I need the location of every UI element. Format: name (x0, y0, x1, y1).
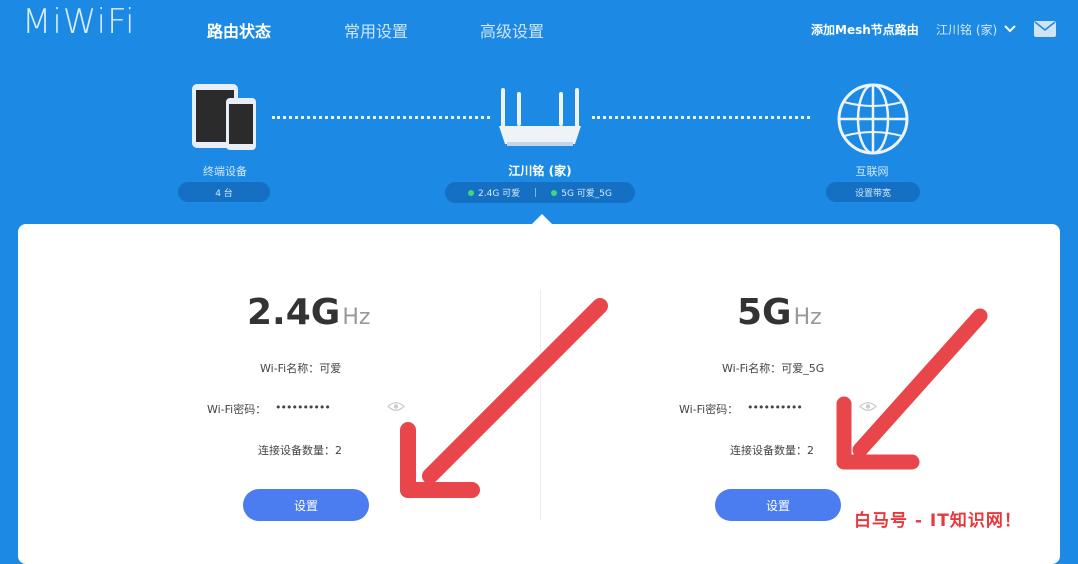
freq-5-unit: Hz (793, 305, 822, 330)
wifi-5-device-count: 连接设备数量：2 (730, 444, 814, 457)
wifi-5-name: Wi-Fi名称：可爱_5G (722, 362, 825, 375)
wifi-24-device-count: 连接设备数量：2 (258, 444, 342, 457)
router-name: 江川铭 (家) (508, 164, 572, 178)
devices-label: 终端设备 (203, 165, 247, 178)
add-mesh-node-link[interactable]: 添加Mesh节点路由 (811, 21, 919, 38)
wifi-24-password: •••••••••• (275, 401, 331, 414)
set-bandwidth-button[interactable]: 设置带宽 (826, 182, 920, 202)
band-5-status: 5G 可爱_5G (551, 186, 612, 199)
freq-5-value: 5G (737, 292, 792, 333)
user-menu[interactable]: 江川铭 (家) (936, 21, 997, 38)
tab-common-settings[interactable]: 常用设置 (344, 18, 408, 42)
freq-24-unit: Hz (342, 305, 371, 330)
wifi-24-password-label: Wi-Fi密码： (207, 403, 267, 416)
chevron-down-icon[interactable] (1004, 24, 1016, 33)
annotation-arrow-left (400, 298, 608, 498)
freq-24-heading: 2.4GHz (247, 292, 370, 333)
miwifi-logo: MiWiFi (22, 2, 136, 42)
globe-icon[interactable] (836, 82, 910, 156)
freq-5-heading: 5GHz (737, 292, 822, 333)
tab-router-status[interactable]: 路由状态 (207, 18, 271, 42)
annotation-arrow-right (836, 308, 988, 470)
router-icon[interactable] (495, 86, 585, 148)
mail-icon[interactable] (1034, 21, 1056, 37)
online-dot-icon (468, 190, 475, 196)
tab-advanced-settings[interactable]: 高级设置 (480, 18, 544, 42)
watermark: 白马号 - IT知识网！ (850, 506, 1026, 531)
online-dot-icon (551, 190, 558, 196)
devices-count[interactable]: 4 台 (178, 182, 270, 202)
internet-label: 互联网 (855, 165, 889, 178)
band-separator: | (534, 187, 538, 198)
wifi-24-settings-button[interactable]: 设置 (243, 489, 369, 521)
link-devices-router (272, 116, 490, 119)
wifi-5-password-label: Wi-Fi密码： (679, 403, 739, 416)
freq-24-value: 2.4G (247, 292, 341, 333)
wifi-24-name: Wi-Fi名称：可爱 (260, 362, 342, 375)
band-24-status: 2.4G 可爱 (468, 186, 520, 199)
band-status: 2.4G 可爱 | 5G 可爱_5G (445, 182, 635, 203)
wifi-5-settings-button[interactable]: 设置 (715, 489, 841, 521)
link-router-internet (592, 116, 810, 119)
wifi-5-password: •••••••••• (747, 401, 803, 414)
devices-icon[interactable] (190, 82, 260, 152)
